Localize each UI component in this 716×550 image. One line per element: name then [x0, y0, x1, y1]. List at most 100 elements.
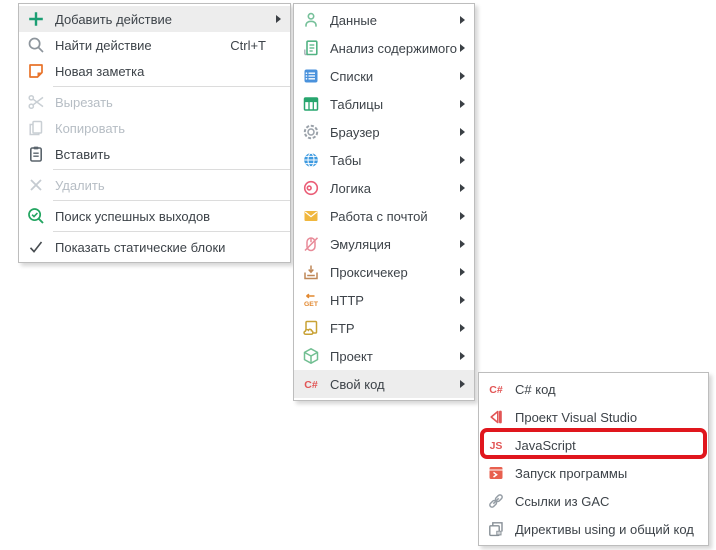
menu-item-label: Браузер: [330, 125, 380, 140]
person-icon: [301, 11, 321, 29]
menu-separator: [53, 86, 290, 87]
submenu-arrow-icon: [460, 156, 465, 164]
globe-icon: [301, 151, 321, 169]
submenu-arrow-icon: [460, 212, 465, 220]
menu-item-label: Найти действие: [55, 38, 152, 53]
menu-item-copy[interactable]: Копировать: [19, 115, 290, 141]
menu-item-label: Добавить действие: [55, 12, 172, 27]
context-menu: Добавить действие Найти действие Ctrl+T …: [18, 3, 291, 263]
menu-item-run-program[interactable]: Запуск программы: [479, 459, 708, 487]
menu-item-delete[interactable]: Удалить: [19, 172, 290, 198]
menu-item-add-action[interactable]: Добавить действие: [19, 6, 290, 32]
menu-item-label: HTTP: [330, 293, 364, 308]
menu-item-label: Свой код: [330, 377, 385, 392]
menu-item-label: Анализ содержимого: [330, 41, 457, 56]
menu-item-search-success-exits[interactable]: Поиск успешных выходов: [19, 203, 290, 229]
menu-item-label: FTP: [330, 321, 355, 336]
menu-item-gac-references[interactable]: Ссылки из GAC: [479, 487, 708, 515]
submenu-arrow-icon: [460, 324, 465, 332]
menu-item-label: Запуск программы: [515, 466, 627, 481]
menu-item-find-action[interactable]: Найти действие Ctrl+T: [19, 32, 290, 58]
svg-text:GET: GET: [304, 301, 319, 308]
custom-code-submenu: C# C# код Проект Visual Studio JS JavaSc…: [478, 372, 709, 546]
menu-item-csharp-code[interactable]: C# C# код: [479, 375, 708, 403]
menu-item-label: Списки: [330, 69, 373, 84]
search-success-icon: [26, 207, 46, 225]
menu-item-label: Удалить: [55, 178, 105, 193]
submenu-arrow-icon: [276, 15, 281, 23]
menu-item-content-analysis[interactable]: Анализ содержимого: [294, 34, 474, 62]
menu-item-visual-studio-project[interactable]: Проект Visual Studio: [479, 403, 708, 431]
mouse-icon: [301, 235, 321, 253]
svg-text:C#: C#: [489, 384, 503, 396]
copy-icon: [26, 119, 46, 137]
menu-item-label: Логика: [330, 181, 371, 196]
menu-item-label: Данные: [330, 13, 377, 28]
menu-item-label: Показать статические блоки: [55, 240, 225, 255]
svg-text:JS: JS: [490, 440, 503, 452]
menu-item-ftp[interactable]: FTP: [294, 314, 474, 342]
gear-icon: [301, 123, 321, 141]
search-icon: [26, 36, 46, 54]
menu-item-browser[interactable]: Браузер: [294, 118, 474, 146]
menu-item-new-note[interactable]: Новая заметка: [19, 58, 290, 84]
submenu-arrow-icon: [460, 16, 465, 24]
logic-icon: [301, 179, 321, 197]
menu-item-label: Новая заметка: [55, 64, 144, 79]
menu-item-mail[interactable]: Работа с почтой: [294, 202, 474, 230]
menu-item-logic[interactable]: Логика: [294, 174, 474, 202]
menu-item-proxychecker[interactable]: Проксичекер: [294, 258, 474, 286]
submenu-arrow-icon: [460, 72, 465, 80]
menu-item-tables[interactable]: Таблицы: [294, 90, 474, 118]
menu-item-label: Вырезать: [55, 95, 113, 110]
submenu-arrow-icon: [460, 352, 465, 360]
menu-item-label: Директивы using и общий код: [515, 522, 694, 537]
submenu-arrow-icon: [460, 268, 465, 276]
delete-icon: [26, 176, 46, 194]
menu-item-label: Поиск успешных выходов: [55, 209, 210, 224]
menu-item-label: Табы: [330, 153, 361, 168]
ftp-icon: [301, 319, 321, 337]
using-directives-icon: [486, 520, 506, 538]
menu-separator: [53, 200, 290, 201]
menu-item-label: Копировать: [55, 121, 125, 136]
shortcut-label: Ctrl+T: [230, 38, 266, 53]
menu-item-label: JavaScript: [515, 438, 576, 453]
menu-item-label: Таблицы: [330, 97, 383, 112]
menu-item-lists[interactable]: Списки: [294, 62, 474, 90]
menu-item-cut[interactable]: Вырезать: [19, 89, 290, 115]
submenu-arrow-icon: [460, 44, 465, 52]
menu-separator: [53, 169, 290, 170]
proxychecker-icon: [301, 263, 321, 281]
menu-item-custom-code[interactable]: C# Свой код: [294, 370, 474, 398]
svg-text:C#: C#: [304, 379, 318, 391]
menu-item-project[interactable]: Проект: [294, 342, 474, 370]
menu-item-using-directives[interactable]: Директивы using и общий код: [479, 515, 708, 543]
menu-item-paste[interactable]: Вставить: [19, 141, 290, 167]
list-icon: [301, 67, 321, 85]
submenu-arrow-icon: [460, 240, 465, 248]
submenu-arrow-icon: [460, 128, 465, 136]
submenu-arrow-icon: [460, 184, 465, 192]
menu-item-tabs[interactable]: Табы: [294, 146, 474, 174]
menu-item-label: Вставить: [55, 147, 110, 162]
menu-item-label: C# код: [515, 382, 556, 397]
http-get-icon: GET: [301, 291, 321, 309]
menu-item-http[interactable]: GET HTTP: [294, 286, 474, 314]
menu-item-label: Проксичекер: [330, 265, 408, 280]
menu-separator: [53, 231, 290, 232]
submenu-arrow-icon: [460, 100, 465, 108]
csharp-icon: C#: [486, 380, 506, 398]
csharp-icon: C#: [301, 375, 321, 393]
note-icon: [26, 62, 46, 80]
menu-item-javascript[interactable]: JS JavaScript: [479, 431, 708, 459]
mail-icon: [301, 207, 321, 225]
content-analysis-icon: [301, 39, 321, 57]
menu-item-label: Работа с почтой: [330, 209, 428, 224]
menu-item-emulation[interactable]: Эмуляция: [294, 230, 474, 258]
cube-icon: [301, 347, 321, 365]
menu-item-data[interactable]: Данные: [294, 6, 474, 34]
checkmark-icon: [26, 238, 46, 256]
menu-item-show-static-blocks[interactable]: Показать статические блоки: [19, 234, 290, 260]
table-icon: [301, 95, 321, 113]
